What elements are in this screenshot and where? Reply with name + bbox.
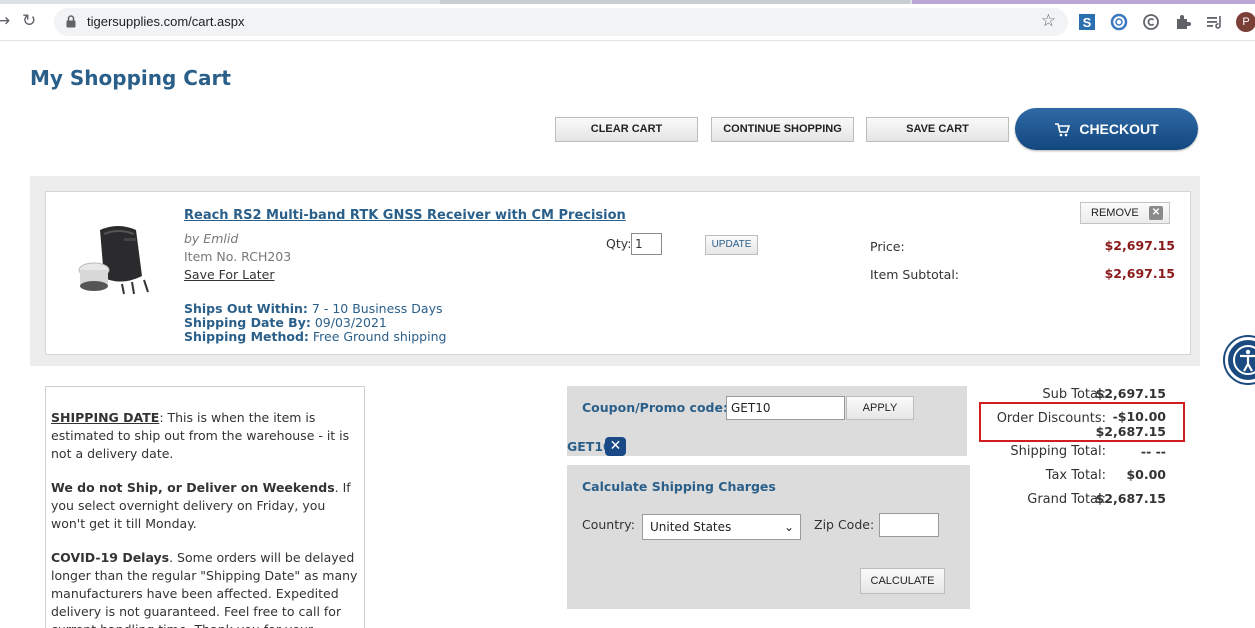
shipping-total-label: Shipping Total: [1010,444,1106,459]
svg-text:S: S [1083,15,1092,30]
profile-avatar[interactable]: P [1236,12,1255,32]
remove-label: REMOVE [1091,207,1139,219]
order-discounts-label: Order Discounts: [996,411,1106,426]
subtotal-value: $2,697.15 [1095,386,1166,401]
coupon-label: Coupon/Promo code: [582,400,728,415]
lock-icon[interactable] [66,15,76,28]
checkout-label: CHECKOUT [1079,121,1159,137]
bookmark-star-icon[interactable]: ☆ [1041,11,1056,31]
close-icon: ✕ [1149,206,1163,220]
covid-heading: COVID-19 Delays [51,550,170,565]
product-brand: by Emlid [184,231,239,246]
remove-button[interactable]: REMOVE ✕ [1080,202,1170,224]
url-text[interactable]: tigersupplies.com/cart.aspx [87,14,245,29]
shipping-date-by: Shipping Date By: 09/03/2021 [184,315,387,330]
country-value: United States [650,520,732,534]
shipping-calculator-title: Calculate Shipping Charges [582,479,776,494]
qty-label: Qty: [606,236,632,251]
tax-total-label: Tax Total: [1045,468,1106,483]
calculate-button[interactable]: CALCULATE [860,568,945,594]
country-label: Country: [582,517,635,532]
accessibility-icon[interactable] [1225,337,1255,383]
address-bar[interactable]: tigersupplies.com/cart.aspx ☆ [54,8,1068,36]
continue-shopping-button[interactable]: CONTINUE SHOPPING [711,117,854,142]
shipping-date-heading: SHIPPING DATE [51,410,160,425]
reload-icon[interactable]: ↻ [22,11,36,31]
extension-ring-icon[interactable] [1110,13,1128,31]
product-image[interactable] [74,222,156,298]
weekend-heading: We do not Ship, or Deliver on Weekends [51,480,335,495]
order-discounts-value: -$10.00 [1112,409,1166,424]
ship-date-label: Shipping Date By: [184,315,311,330]
ships-out-label: Ships Out Within: [184,301,308,316]
tax-total-value: $0.00 [1126,467,1166,482]
weekend-note: We do not Ship, or Deliver on Weekends. … [51,479,359,533]
puzzle-icon[interactable] [1174,13,1192,31]
reading-list-icon[interactable] [1206,13,1224,31]
covid-note: COVID-19 Delays. Some orders will be del… [51,549,359,628]
grand-total-label: Grand Total: [1027,492,1106,507]
ships-out-within: Ships Out Within: 7 - 10 Business Days [184,301,443,316]
extension-s-icon[interactable]: S [1078,13,1096,31]
shipping-info-box: SHIPPING DATE: This is when the item is … [45,386,365,628]
ships-out-value: 7 - 10 Business Days [311,301,443,316]
item-number: Item No. RCH203 [184,249,292,264]
checkout-button[interactable]: CHECKOUT [1015,108,1198,150]
extension-copyright-icon[interactable] [1142,13,1160,31]
discounted-subtotal-value: $2,687.15 [1095,424,1166,439]
ship-method-label: Shipping Method: [184,329,309,344]
shipping-method: Shipping Method: Free Ground shipping [184,329,446,344]
ship-method-value: Free Ground shipping [312,329,447,344]
shipping-date-note: SHIPPING DATE: This is when the item is … [51,409,359,463]
cart-icon [1055,123,1071,137]
grand-total-value: $2,687.15 [1095,491,1166,506]
item-subtotal-label: Item Subtotal: [870,267,960,282]
qty-input[interactable]: 1 [631,233,662,255]
coupon-input[interactable]: GET10 [726,396,845,420]
shipping-total-value: -- -- [1140,444,1166,459]
zip-code-input[interactable] [879,513,939,537]
page-title: My Shopping Cart [30,66,231,90]
browser-toolbar: → ↻ tigersupplies.com/cart.aspx ☆ S P [0,4,1255,41]
save-for-later-link[interactable]: Save For Later [184,267,275,282]
item-subtotal-value: $2,697.15 [1104,266,1175,281]
apply-coupon-button[interactable]: APPLY [846,396,914,420]
update-button[interactable]: UPDATE [705,235,758,255]
zip-code-label: Zip Code: [814,517,875,532]
chevron-down-icon: ⌄ [783,520,794,534]
back-icon[interactable]: → [0,11,10,31]
save-cart-button[interactable]: SAVE CART [866,117,1009,142]
product-name-link[interactable]: Reach RS2 Multi-band RTK GNSS Receiver w… [184,208,626,223]
clear-cart-button[interactable]: CLEAR CART [555,117,698,142]
ship-date-value: 09/03/2021 [314,315,387,330]
country-select[interactable]: United States ⌄ [642,514,801,540]
remove-coupon-icon[interactable]: ✕ [605,437,626,456]
accessibility-figure-icon [1233,345,1255,375]
price-value: $2,697.15 [1104,238,1175,253]
price-label: Price: [870,239,905,254]
